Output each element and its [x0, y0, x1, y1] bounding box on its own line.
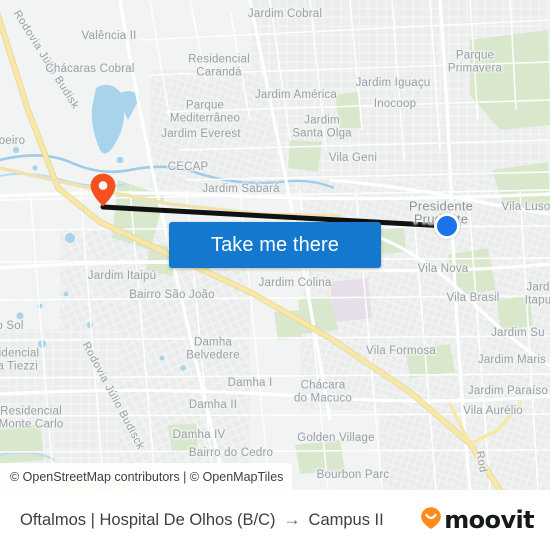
arrow-right-icon: →: [283, 509, 301, 529]
destination-marker-dot[interactable]: [434, 213, 460, 239]
take-me-there-button[interactable]: Take me there: [169, 222, 381, 268]
footer-bar: Oftalmos | Hospital De Olhos (B/C) → Cam…: [0, 490, 550, 550]
moovit-route-preview: Rodovia Júlio Budisk Valência II Chácaras …: [0, 0, 550, 550]
moovit-pin-icon: [420, 506, 442, 535]
origin-marker-pin[interactable]: [90, 173, 116, 207]
moovit-wordmark: moovit: [444, 506, 534, 534]
route-destination-label: Campus II: [308, 510, 384, 529]
moovit-logo[interactable]: moovit: [420, 506, 535, 535]
map-view[interactable]: Rodovia Júlio Budisk Valência II Chácaras …: [0, 0, 550, 490]
route-origin-label: Oftalmos | Hospital De Olhos (B/C): [20, 510, 276, 529]
map-attribution: © OpenStreetMap contributors | © OpenMap…: [0, 463, 293, 490]
route-summary: Oftalmos | Hospital De Olhos (B/C) → Cam…: [20, 511, 420, 530]
